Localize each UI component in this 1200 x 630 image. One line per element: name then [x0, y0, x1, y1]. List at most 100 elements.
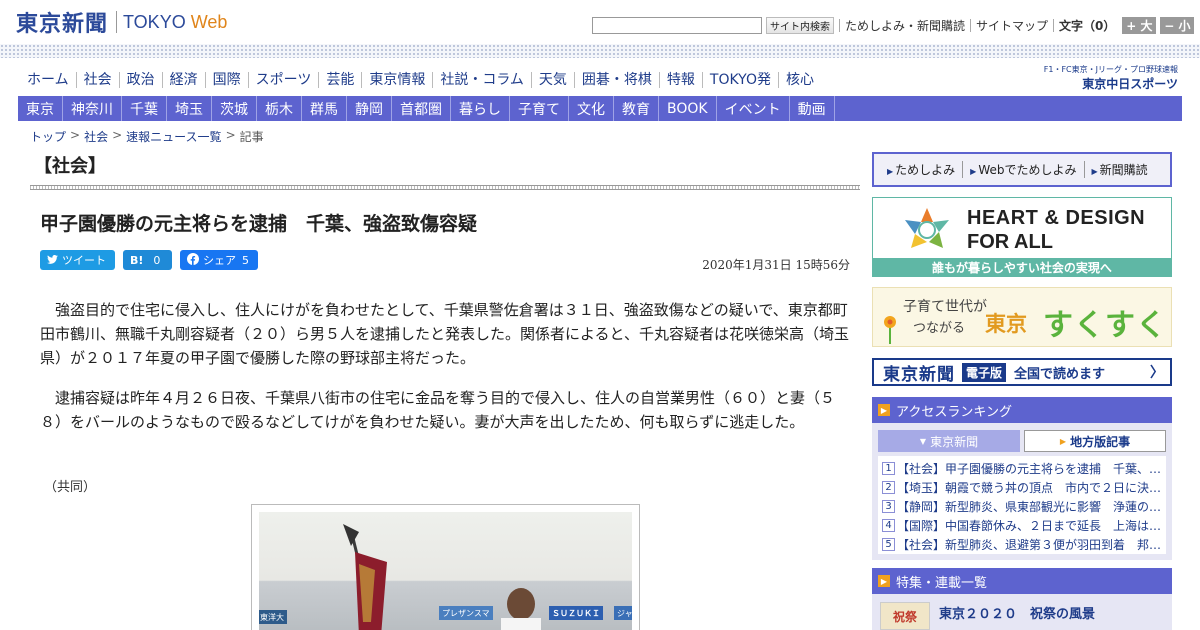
nav-book[interactable]: BOOK [659, 96, 717, 121]
breadcrumb: トップ > 社会 > 速報ニュース一覧 > 記事 [30, 128, 264, 145]
ranking-item-text: 【社会】甲子園優勝の元主将らを逮捕 千葉、強盗致傷容疑 [897, 462, 1162, 476]
arrow-right-icon: ▶ [878, 404, 890, 416]
nav-weather[interactable]: 天気 [530, 72, 574, 88]
heart-title-line1: HEART & DESIGN [967, 207, 1146, 229]
nav-region-chiba[interactable]: 千葉 [122, 96, 167, 121]
nav-kakushin[interactable]: 核心 [777, 72, 821, 88]
arrow-right-icon: ▶ [878, 575, 890, 587]
breadcrumb-separator: > [225, 128, 236, 142]
chevron-right-icon: 〉 [1150, 365, 1164, 381]
digital-edition-text: 全国で読めます [1014, 366, 1106, 382]
nav-tokuho[interactable]: 特報 [658, 72, 702, 88]
ranking-list: 1【社会】甲子園優勝の元主将らを逮捕 千葉、強盗致傷容疑 2【埼玉】朝霞で競う丼… [878, 456, 1166, 554]
ranking-tab-local-label: 地方版記事 [1070, 434, 1131, 449]
web-trial-link[interactable]: ▶ Webでためしよみ [962, 161, 1083, 178]
nav-region-shizuoka[interactable]: 静岡 [347, 96, 392, 121]
logo-tokyo: TOKYO [123, 11, 186, 32]
utility-bar: サイト内検索 ためしよみ・新聞購読 サイトマップ 文字（0） + 大 − 小 [592, 15, 1195, 35]
nav-region-metro[interactable]: 首都圏 [392, 96, 451, 121]
hatena-bookmark-button[interactable]: B! 0 [123, 250, 172, 270]
nav-culture[interactable]: 文化 [569, 96, 614, 121]
ranking-item[interactable]: 1【社会】甲子園優勝の元主将らを逮捕 千葉、強盗致傷容疑 [882, 459, 1162, 478]
search-input[interactable] [592, 16, 762, 34]
web-trial-label: Webでためしよみ [978, 163, 1077, 177]
arrow-right-icon: ▶ [970, 167, 977, 176]
breadcrumb-top[interactable]: トップ [30, 128, 66, 145]
rank-number: 5 [882, 538, 895, 551]
ranking-item[interactable]: 4【国際】中国春節休み、２日まで延長 上海は９日まで [882, 516, 1162, 535]
nav-tokyo-hatsu[interactable]: TOKYO発 [701, 72, 778, 88]
nav-region-gunma[interactable]: 群馬 [302, 96, 347, 121]
arrow-right-icon: ▶ [1091, 167, 1098, 176]
digital-edition-banner[interactable]: 東京新聞 電子版 全国で読めます 〉 [872, 358, 1172, 386]
arrow-right-icon: ▶ [887, 167, 894, 176]
divider [839, 18, 840, 32]
nav-living[interactable]: 暮らし [451, 96, 510, 121]
nav-editorial[interactable]: 社説・コラム [432, 72, 531, 88]
tokyo-sukusuku-banner[interactable]: 子育て世代が つながる 東京 すくすく [872, 287, 1172, 347]
ranking-item-text: 【静岡】新型肺炎、県東部観光に影響 浄蓮の滝など [897, 500, 1162, 514]
sukusuku-line2: つながる [913, 321, 966, 336]
article-photo[interactable]: 東洋大 プレザンスマ ＳＵＺＵＫＩ ジャ [251, 504, 640, 630]
chunichi-sports-banner[interactable]: F1・FC東京・Jリーグ・プロ野球速報 東京中日スポーツ [1028, 64, 1178, 91]
ranking-item[interactable]: 5【社会】新型肺炎、退避第３便が羽田到着 邦人１４９人 [882, 535, 1162, 554]
ranking-item[interactable]: 2 【埼玉】朝霞で競う丼の頂点 市内で２日に決定戦 [882, 478, 1162, 497]
subscription-links: ▶ ためしよみ ▶ Webでためしよみ ▶ 新聞購読 [872, 152, 1172, 187]
digital-edition-badge: 電子版 [962, 362, 1007, 382]
hatena-count: 0 [153, 253, 161, 267]
nav-home[interactable]: ホーム [20, 72, 76, 88]
nav-event[interactable]: イベント [717, 96, 790, 121]
ranking-item-text: 【埼玉】朝霞で競う丼の頂点 市内で２日に決定戦 [897, 481, 1162, 495]
trophy-flag-graphic [343, 524, 541, 630]
nav-economy[interactable]: 経済 [161, 72, 205, 88]
subscribe-link[interactable]: ためしよみ・新聞購読 [845, 17, 965, 34]
nav-international[interactable]: 国際 [204, 72, 248, 88]
article-credit: （共同） [44, 480, 97, 495]
breadcrumb-society[interactable]: 社会 [84, 128, 108, 145]
text-size-label: 文字（0） [1059, 18, 1116, 33]
nav-video[interactable]: 動画 [790, 96, 835, 121]
nav-region-kanagawa[interactable]: 神奈川 [63, 96, 122, 121]
heart-title-line2: FOR ALL [967, 231, 1053, 253]
ranking-header: ▶ アクセスランキング [872, 397, 1172, 423]
subscribe-link[interactable]: ▶ 新聞購読 [1083, 161, 1155, 178]
feature-item-title[interactable]: 東京２０２０ 祝祭の風景 [939, 603, 1095, 622]
facebook-share-button[interactable]: シェア 5 [180, 250, 258, 270]
trial-link[interactable]: ▶ ためしよみ [880, 161, 962, 178]
section-divider [30, 185, 860, 190]
facebook-share-count: 5 [242, 253, 249, 267]
nav-region-saitama[interactable]: 埼玉 [167, 96, 212, 121]
heart-design-banner[interactable]: HEART & DESIGN FOR ALL 誰もが暮らしやすい社会の実現へ [872, 197, 1172, 277]
site-search-button[interactable]: サイト内検索 [766, 16, 834, 34]
nav-sports[interactable]: スポーツ [247, 72, 319, 88]
ranking-item[interactable]: 3 【静岡】新型肺炎、県東部観光に影響 浄蓮の滝など [882, 497, 1162, 516]
tweet-button[interactable]: ツイート [40, 250, 115, 270]
rank-number: 1 [882, 462, 895, 475]
sitemap-link[interactable]: サイトマップ [976, 17, 1048, 34]
nav-education[interactable]: 教育 [614, 96, 659, 121]
arrow-right-icon: ▶ [1059, 436, 1067, 446]
site-logo[interactable]: 東京新聞 TOKYO Web [16, 8, 227, 37]
breadcrumb-news-list[interactable]: 速報ニュース一覧 [126, 128, 221, 145]
text-size-up-button[interactable]: + 大 [1122, 16, 1157, 34]
chunichi-logo: 東京中日スポーツ [1082, 77, 1178, 91]
nav-society[interactable]: 社会 [75, 72, 119, 88]
feature-thumbnail[interactable]: 祝祭 [880, 602, 930, 630]
nav-politics[interactable]: 政治 [118, 72, 162, 88]
nav-region-tochigi[interactable]: 栃木 [257, 96, 302, 121]
ranking-tab-local[interactable]: ▶ 地方版記事 [1024, 430, 1166, 452]
header-dot-band [0, 44, 1200, 58]
nav-tokyo-info[interactable]: 東京情報 [361, 72, 432, 88]
nav-region-tokyo[interactable]: 東京 [18, 96, 63, 121]
text-size-down-button[interactable]: − 小 [1160, 16, 1195, 34]
nav-region-ibaraki[interactable]: 茨城 [212, 96, 257, 121]
rank-number: 4 [882, 519, 895, 532]
ranking-panel: ▼東京新聞 ▶地方版記事 1【社会】甲子園優勝の元主将らを逮捕 千葉、強盗致傷容… [872, 423, 1172, 560]
ranking-tab-tokyo[interactable]: ▼ 東京新聞 [878, 430, 1020, 452]
nav-parenting[interactable]: 子育て [510, 96, 569, 121]
nav-go-shogi[interactable]: 囲碁・将棋 [573, 72, 659, 88]
ranking-item-text: 【国際】中国春節休み、２日まで延長 上海は９日まで [897, 519, 1162, 533]
breadcrumb-current: 記事 [239, 130, 264, 144]
nav-entertainment[interactable]: 芸能 [318, 72, 361, 88]
article-paragraph: 逮捕容疑は昨年４月２６日夜、千葉県八街市の住宅に金品を奪う目的で侵入し、住人の自… [40, 389, 836, 431]
